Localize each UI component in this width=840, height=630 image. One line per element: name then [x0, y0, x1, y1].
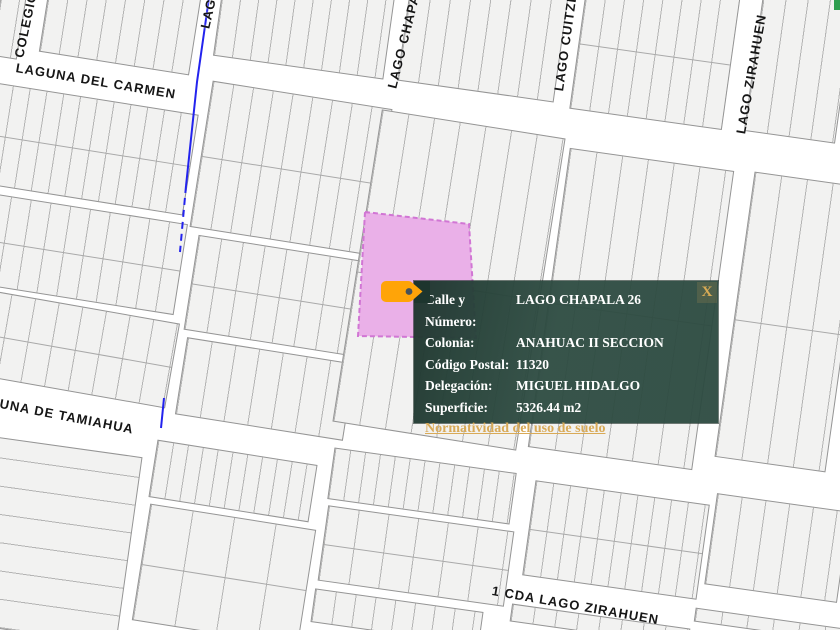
- popup-field-row: Calle y Número: LAGO CHAPALA 26: [425, 289, 710, 332]
- popup-close-button[interactable]: X: [697, 282, 717, 303]
- field-label: Calle y Número:: [425, 292, 477, 329]
- map-green-fragment: [834, 0, 840, 10]
- popup-field-row: Colonia: ANAHUAC II SECCION: [425, 332, 710, 354]
- property-info-popup: X Calle y Número: LAGO CHAPALA 26 Coloni…: [414, 281, 718, 436]
- field-value: 5326.44 m2: [516, 399, 582, 415]
- field-label: Código Postal:: [425, 356, 510, 372]
- field-label: Delegación:: [425, 378, 493, 393]
- field-value: 11320: [516, 356, 550, 372]
- field-label: Superficie:: [425, 399, 488, 415]
- normatividad-link[interactable]: Normatividad del uso de suelo: [425, 419, 605, 439]
- popup-field-row: Delegación: MIGUEL HIDALGO: [425, 375, 710, 397]
- field-label: Colonia:: [425, 335, 475, 350]
- popup-field-row: Código Postal: 11320: [425, 354, 710, 376]
- field-value: LAGO CHAPALA 26: [516, 292, 642, 307]
- field-value: ANAHUAC II SECCION: [516, 335, 664, 350]
- boundary-line: [160, 0, 210, 429]
- cadastral-map[interactable]: COLEGIO LAGUNA DEL CARMEN LAGO LAGO CHAP…: [0, 0, 840, 630]
- popup-field-row: Superficie: 5326.44 m2: [425, 397, 710, 419]
- field-value: MIGUEL HIDALGO: [516, 378, 641, 393]
